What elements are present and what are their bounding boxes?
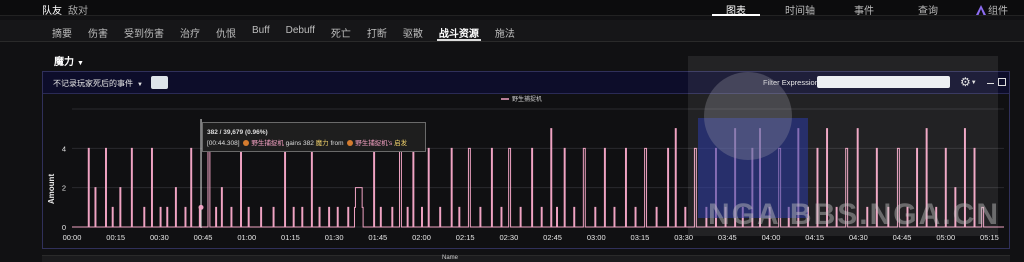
maximize-icon[interactable] [998,78,1006,86]
x-tick-label: 01:00 [237,233,256,242]
unit-icon [243,140,250,146]
chevron-down-icon: ▼ [77,60,84,67]
y-tick-label: 2 [62,184,66,193]
subtab-threat[interactable]: 仇恨 [208,20,244,41]
x-tick-label: 02:00 [412,233,431,242]
tab-charts[interactable]: 图表 [704,0,768,17]
x-tick-label: 01:45 [368,233,387,242]
x-tick-label: 05:00 [936,233,955,242]
subtab-casts[interactable]: 施法 [487,20,523,41]
subtab-interrupts[interactable]: 打断 [359,20,395,41]
tooltip-time: [00:44.308] [207,140,240,147]
tab-query[interactable]: 查询 [896,0,960,17]
x-tick-label: 00:15 [106,233,125,242]
top-bar: 队友 敌对 图表 时间轴 事件 查询 组件 [0,0,1024,17]
gear-icon: ⚙ [960,75,971,89]
y-axis-label: Amount [47,174,56,205]
filter-expression-label: Filter Expression: [763,78,821,87]
tooltip-amount: 382 / 39,679 (0.96%) [207,129,268,136]
side-toggle: 队友 敌对 [42,2,88,17]
tooltip-detail: [00:44.308] 野生捕捉机 gains 382 魔力 from 野生捕捉… [207,138,421,149]
tab-components[interactable]: 组件 [960,0,1024,17]
x-tick-label: 03:45 [718,233,737,242]
tab-events[interactable]: 事件 [832,0,896,17]
subtab-damage[interactable]: 伤害 [80,20,116,41]
chevron-down-icon: ▼ [970,80,977,86]
subtab-dispels[interactable]: 驱散 [395,20,431,41]
x-tick-label: 05:15 [980,233,999,242]
table-header: Name [42,255,1010,262]
x-tick-label: 02:15 [456,233,475,242]
tab-friendly[interactable]: 队友 [42,2,62,17]
unit-icon [347,140,354,146]
sub-nav: 摘要 伤害 受到伤害 治疗 仇恨 Buff Debuff 死亡 打断 驱散 战斗… [0,20,1024,42]
x-tick-label: 04:30 [849,233,868,242]
settings-menu[interactable]: ⚙▼ [960,76,977,89]
x-tick-label: 03:15 [631,233,650,242]
hover-point [198,204,204,210]
filter-toggle[interactable] [151,76,168,89]
x-tick-label: 04:45 [893,233,912,242]
resource-dropdown[interactable]: 魔力 ▼ [54,53,84,68]
death-filter-label: 不记录玩家死后的事件 [53,79,133,88]
x-tick-label: 04:00 [762,233,781,242]
tooltip-source: 野生捕捉机 [251,140,284,147]
x-tick-label: 04:15 [805,233,824,242]
main-nav: 图表 时间轴 事件 查询 组件 [704,0,1024,17]
tab-components-label: 组件 [988,6,1008,17]
resource-dropdown-label: 魔力 [54,57,74,68]
x-tick-label: 03:00 [587,233,606,242]
column-name[interactable]: Name [442,255,458,261]
chart-legend: 野生捕捉机 [501,95,542,103]
tab-hostile[interactable]: 敌对 [68,2,88,17]
x-tick-label: 01:30 [325,233,344,242]
tooltip-ability: 启发 [394,140,408,147]
x-tick-label: 00:45 [194,233,213,242]
x-tick-label: 01:15 [281,233,300,242]
y-axis: 0 2 4 [62,144,66,232]
x-tick-label: 02:30 [499,233,518,242]
subtab-resources[interactable]: 战斗资源 [431,20,487,41]
filter-expression-input[interactable] [817,76,950,88]
x-axis: 00:00 00:15 00:30 00:45 01:00 01:15 01:30 01:45… [63,233,999,242]
chart-panel-header: 不记录玩家死后的事件 ▼ Filter Expression: ⚙▼ [43,72,1009,94]
tooltip-target: 野生捕捉机's [355,140,393,147]
x-tick-label: 00:00 [63,233,82,242]
x-tick-label: 00:30 [150,233,169,242]
y-tick-label: 0 [62,223,66,232]
components-icon [976,5,986,15]
y-tick-label: 4 [62,144,66,153]
tooltip-from: from [330,140,344,147]
death-filter-dropdown[interactable]: 不记录玩家死后的事件 ▼ [53,78,143,89]
legend-label: 野生捕捉机 [512,95,542,103]
subtab-summary[interactable]: 摘要 [44,20,80,41]
subtab-deaths[interactable]: 死亡 [323,20,359,41]
subtab-buff[interactable]: Buff [244,20,278,41]
chevron-down-icon: ▼ [137,82,143,88]
minimize-icon[interactable] [987,83,994,84]
resource-chart: 024 00:00 00:15 00:30 00:45 01:00 01:15 01:30 0… [47,95,1004,242]
tooltip-resource: 魔力 [315,140,329,147]
x-tick-label: 03:30 [674,233,693,242]
subtab-damage-taken[interactable]: 受到伤害 [116,20,172,41]
x-tick-label: 02:45 [543,233,562,242]
chart-tooltip: 382 / 39,679 (0.96%) [00:44.308] 野生捕捉机 g… [202,122,426,152]
subtab-debuff[interactable]: Debuff [278,20,323,41]
subtab-healing[interactable]: 治疗 [172,20,208,41]
tooltip-gains: gains 382 [285,140,314,147]
tab-timeline[interactable]: 时间轴 [768,0,832,17]
